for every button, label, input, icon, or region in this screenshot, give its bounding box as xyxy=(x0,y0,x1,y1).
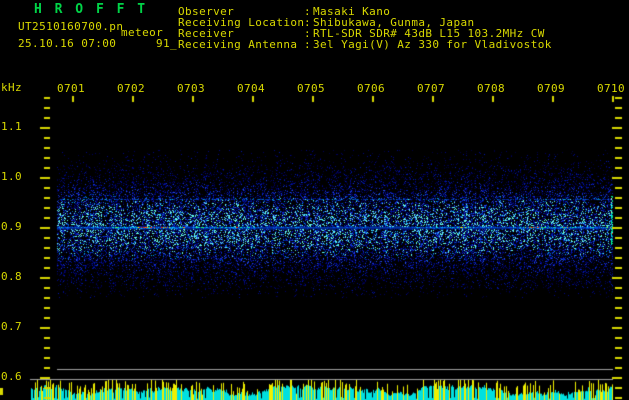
time-tick-label: 0710 xyxy=(596,82,626,95)
info-value-antenna: 3el Yagi(V) Az 330 for Vladivostok xyxy=(313,38,552,51)
time-tick-label: 0705 xyxy=(296,82,326,95)
info-colon: : xyxy=(304,38,312,51)
freq-tick-label: 0.8 xyxy=(1,270,23,283)
time-tick-label: 0703 xyxy=(176,82,206,95)
time-tick-label: 0701 xyxy=(56,82,86,95)
time-tick-label: 0706 xyxy=(356,82,386,95)
app-title: H R O F F T xyxy=(34,2,148,17)
freq-tick-label: 1.1 xyxy=(1,120,23,133)
capture-filename: UT2510160700.pn xyxy=(18,20,124,33)
capture-datetime: 25.10.16 07:00 xyxy=(18,37,117,50)
spectrogram-canvas xyxy=(0,0,629,400)
freq-tick-label: 0.9 xyxy=(1,220,23,233)
freq-tick-label: 1.0 xyxy=(1,170,23,183)
freq-axis-unit: kHz xyxy=(1,81,23,94)
time-tick-label: 0707 xyxy=(416,82,446,95)
time-tick-label: 0708 xyxy=(476,82,506,95)
time-tick-label: 0704 xyxy=(236,82,266,95)
time-tick-label: 0709 xyxy=(536,82,566,95)
hrofft-window: H R O F F T UT2510160700.pn meteor 25.10… xyxy=(0,0,629,400)
info-label-antenna: Receiving Antenna xyxy=(178,38,298,51)
freq-tick-label: 0.6 xyxy=(1,370,23,383)
elapsed-counter: 91_ xyxy=(156,37,178,50)
freq-tick-label: 0.7 xyxy=(1,320,23,333)
time-tick-label: 0702 xyxy=(116,82,146,95)
